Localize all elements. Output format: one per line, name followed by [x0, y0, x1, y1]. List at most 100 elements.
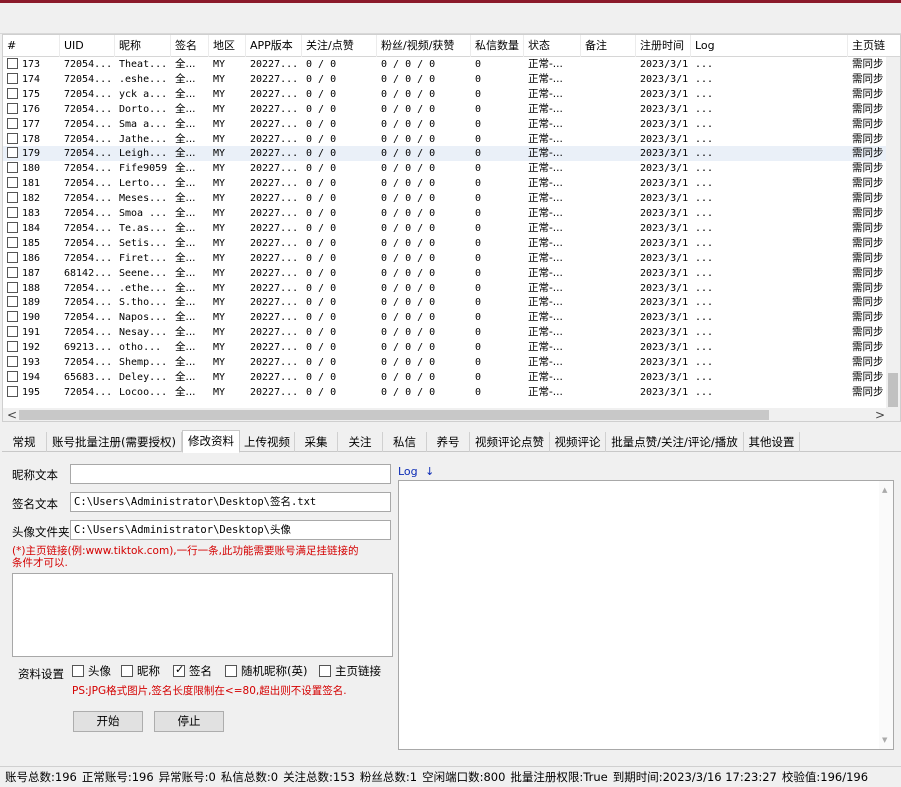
row-checkbox[interactable] — [7, 281, 18, 293]
row-checkbox[interactable] — [7, 117, 18, 129]
row-checkbox[interactable] — [7, 147, 18, 159]
table-row[interactable]: 192 69213... otho... 全... MY 20227... 0 / 0 0 /… — [3, 340, 888, 355]
log-scroll-up-icon[interactable]: ▲ — [882, 483, 887, 497]
column-header[interactable]: 地区 — [209, 35, 246, 57]
row-checkbox[interactable] — [7, 326, 18, 338]
tab-item[interactable]: 修改资料 — [182, 430, 240, 453]
nickname-input[interactable] — [70, 464, 391, 484]
grid-horizontal-scrollbar[interactable]: < > — [3, 408, 900, 421]
column-header[interactable]: 主页链 — [848, 35, 900, 57]
tab-item[interactable]: 其他设置 — [744, 432, 800, 452]
profile-option-checkbox[interactable]: 签名 — [173, 663, 212, 679]
start-button[interactable]: 开始 — [73, 711, 143, 732]
row-checkbox[interactable] — [7, 356, 18, 367]
log-scroll-down-icon[interactable]: ▼ — [882, 733, 887, 747]
row-checkbox[interactable] — [7, 58, 18, 69]
tab-item[interactable]: 私信 — [383, 432, 427, 452]
tab-item[interactable]: 养号 — [427, 432, 470, 452]
row-checkbox[interactable] — [7, 296, 18, 308]
log-output[interactable]: ▲ ▼ — [398, 480, 894, 750]
column-header[interactable]: 私信数量 — [471, 35, 524, 57]
signature-path-input[interactable]: C:\Users\Administrator\Desktop\签名.txt — [70, 492, 391, 512]
row-checkbox[interactable] — [7, 87, 18, 99]
column-header[interactable]: 注册时间 — [636, 35, 691, 57]
column-header[interactable]: APP版本 — [246, 35, 302, 57]
table-row[interactable]: 176 72054... Dorto... 全... MY 20227... 0 / 0 0 … — [3, 102, 888, 117]
column-header[interactable]: 状态 — [524, 35, 581, 57]
accounts-grid[interactable]: # UID 昵称 签名 地区 APP版本 关注/点赞 粉丝/视频/获赞 私信数量 状态 备注 注册时间… — [2, 34, 901, 422]
row-checkbox[interactable] — [7, 236, 18, 248]
row-checkbox[interactable] — [7, 72, 18, 84]
table-row[interactable]: 193 72054... Shemp... 全... MY 20227... 0 / 0 0 … — [3, 355, 888, 370]
table-row[interactable]: 188 72054... .ethe... 全... MY 20227... 0 / 0 0 … — [3, 281, 888, 296]
tab-item[interactable]: 批量点赞/关注/评论/播放 — [606, 432, 744, 452]
row-checkbox[interactable] — [7, 341, 18, 353]
tab-item[interactable]: 关注 — [338, 432, 383, 452]
table-row[interactable]: 185 72054... Setis... 全... MY 20227... 0 / 0 0 … — [3, 236, 888, 251]
row-checkbox[interactable] — [7, 207, 18, 218]
grid-hscroll-thumb[interactable] — [19, 410, 769, 420]
column-header[interactable]: # — [3, 35, 60, 57]
column-header[interactable]: 关注/点赞 — [302, 35, 377, 57]
table-row[interactable]: 179 72054... Leigh... 全... MY 20227... 0 / 0 0 … — [3, 146, 888, 162]
checkbox-unchecked-icon[interactable] — [319, 665, 331, 677]
column-header[interactable]: 粉丝/视频/获赞 — [377, 35, 471, 57]
row-checkbox[interactable] — [7, 251, 18, 263]
column-header[interactable]: 签名 — [171, 35, 209, 57]
table-row[interactable]: 173 72054... Theat... 全... MY 20227... 0 / 0 0 … — [3, 57, 888, 72]
checkbox-unchecked-icon[interactable] — [121, 665, 133, 677]
tab-item[interactable]: 上传视频 — [240, 432, 295, 452]
column-header[interactable]: Log — [691, 35, 848, 57]
checkbox-unchecked-icon[interactable] — [225, 665, 237, 677]
row-checkbox[interactable] — [7, 162, 18, 174]
table-row[interactable]: 174 72054... .eshe... 全... MY 20227... 0 / 0 0 … — [3, 72, 888, 87]
tab-item[interactable]: 视频评论点赞 — [470, 432, 550, 452]
row-checkbox[interactable] — [7, 266, 18, 278]
profile-option-checkbox[interactable]: 昵称 — [121, 663, 160, 679]
stop-button[interactable]: 停止 — [154, 711, 224, 732]
row-checkbox[interactable] — [7, 102, 18, 114]
checkbox-checked-icon[interactable] — [173, 663, 185, 677]
row-checkbox[interactable] — [7, 221, 18, 233]
row-checkbox[interactable] — [7, 311, 18, 323]
table-row[interactable]: 178 72054... Jathe... 全... MY 20227... 0 / 0 0 … — [3, 132, 888, 147]
table-row[interactable]: 190 72054... Napos... 全... MY 20227... 0 / 0 0 … — [3, 310, 888, 325]
grid-vscroll-thumb[interactable] — [888, 373, 898, 407]
column-header[interactable]: UID — [60, 35, 115, 57]
row-checkbox[interactable] — [7, 192, 18, 204]
column-header[interactable]: 备注 — [581, 35, 636, 57]
table-row[interactable]: 181 72054... Lerto... 全... MY 20227... 0 / 0 0 … — [3, 176, 888, 191]
log-vertical-scrollbar[interactable]: ▲ ▼ — [879, 481, 893, 749]
table-row[interactable]: 184 72054... Te.as... 全... MY 20227... 0 / 0 0 … — [3, 221, 888, 236]
table-row[interactable]: 183 72054... Smoa ... 全... MY 20227... 0 / 0 0 … — [3, 206, 888, 221]
grid-vertical-scrollbar[interactable] — [886, 57, 900, 409]
tab-item[interactable]: 账号批量注册(需要授权) — [47, 432, 182, 452]
profile-option-checkbox[interactable]: 头像 — [72, 663, 111, 679]
table-row[interactable]: 195 72054... Locoo... 全... MY 20227... 0 / 0 0 … — [3, 385, 888, 400]
table-row[interactable]: 189 72054... S.tho... 全... MY 20227... 0 / 0 0 … — [3, 295, 888, 310]
scroll-left-icon[interactable]: < — [7, 408, 17, 421]
row-checkbox[interactable] — [7, 177, 18, 189]
scroll-right-icon[interactable]: > — [875, 408, 885, 421]
table-row[interactable]: 191 72054... Nesay... 全... MY 20227... 0 / 0 0 … — [3, 325, 888, 340]
checkbox-unchecked-icon[interactable] — [72, 665, 84, 677]
profile-option-checkbox[interactable]: 主页链接 — [319, 663, 381, 679]
table-row[interactable]: 177 72054... Sma a... 全... MY 20227... 0 / 0 0 … — [3, 117, 888, 132]
row-checkbox[interactable] — [7, 385, 18, 397]
table-row[interactable]: 187 68142... Seene... 全... MY 20227... 0 / 0 0 … — [3, 266, 888, 281]
row-checkbox[interactable] — [7, 132, 18, 144]
table-row[interactable]: 194 65683... Deley... 全... MY 20227... 0 / 0 0 … — [3, 370, 888, 385]
tab-item[interactable]: 采集 — [295, 432, 338, 452]
row-checkbox[interactable] — [7, 370, 18, 382]
avatar-folder-input[interactable]: C:\Users\Administrator\Desktop\头像 — [70, 520, 391, 540]
table-row[interactable]: 186 72054... Firet... 全... MY 20227... 0 / 0 0 … — [3, 251, 888, 266]
tab-item[interactable]: 视频评论 — [550, 432, 606, 452]
profile-links-textarea[interactable] — [12, 573, 393, 657]
grid-rows[interactable]: 173 72054... Theat... 全... MY 20227... 0 / 0 0 … — [3, 57, 888, 407]
table-row[interactable]: 180 72054... Fife9059 全... MY 20227... 0 / 0 0 … — [3, 161, 888, 176]
profile-option-checkbox[interactable]: 随机昵称(英) — [225, 663, 307, 679]
table-row[interactable]: 175 72054... yck a... 全... MY 20227... 0 / 0 0 … — [3, 87, 888, 102]
column-header[interactable]: 昵称 — [115, 35, 171, 57]
tab-item[interactable]: 常规 — [2, 432, 47, 452]
table-row[interactable]: 182 72054... Meses... 全... MY 20227... 0 / 0 0 … — [3, 191, 888, 206]
